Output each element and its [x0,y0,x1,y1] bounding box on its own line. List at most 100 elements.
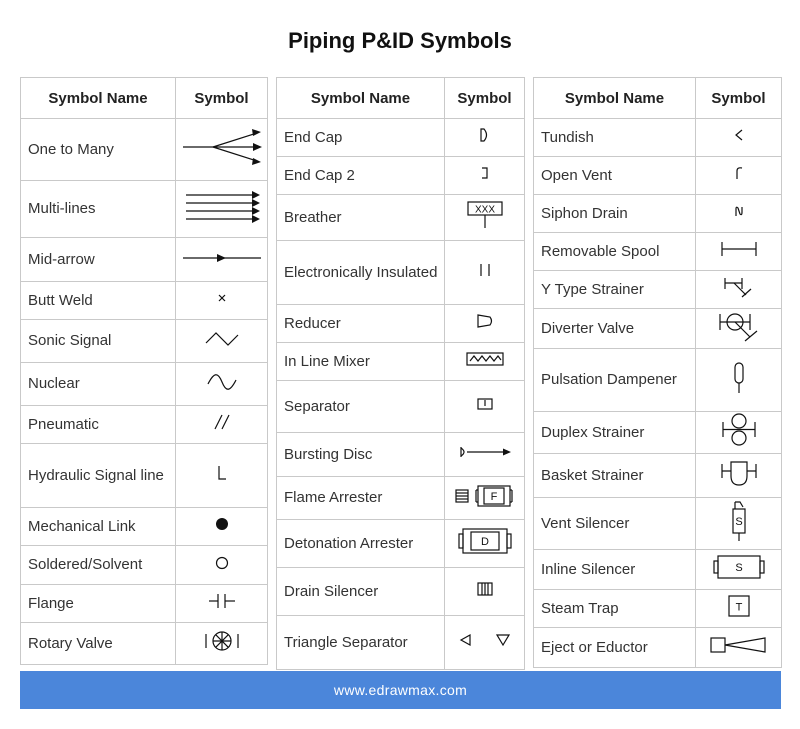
rotary-valve-icon [201,629,243,653]
symbol-name: End Cap [276,118,445,157]
symbol-cell [444,118,525,157]
table-row: Multi-lines [20,180,268,238]
table-row: One to Many [20,118,268,181]
symbol-table-2: Symbol Name Symbol End Cap End Cap 2 Bre… [276,77,525,670]
pulsation-dampener-icon [732,361,746,395]
in-line-mixer-icon [465,351,505,367]
table-row: Removable Spool [533,232,782,271]
mechanical-link-icon [214,516,230,532]
table-row: Sonic Signal [20,319,268,363]
symbol-name: Rotary Valve [20,622,176,665]
inline-silencer-icon-text: S [735,562,742,574]
table-row: Pulsation Dampener [533,348,782,412]
table-row: Rotary Valve [20,622,268,665]
table-row: Flame Arrester F [276,476,525,520]
end-cap-2-icon [478,165,492,181]
symbol-name: Flange [20,584,176,623]
symbol-name: Triangle Separator [276,615,445,670]
symbol-name: Nuclear [20,362,176,406]
symbol-table-1: Symbol Name Symbol One to Many Multi-lin… [20,77,268,665]
symbol-name: Siphon Drain [533,194,696,233]
symbol-cell [444,432,525,477]
symbol-name: Bursting Disc [276,432,445,477]
symbol-cell [444,240,525,305]
table-row: Soldered/Solvent [20,545,268,585]
symbol-name: Eject or Eductor [533,627,696,668]
nuclear-icon [206,373,238,390]
table-row: Flange [20,584,268,623]
symbol-name: Electronically Insulated [276,240,445,305]
symbol-cell [175,405,268,444]
table-row: Hydraulic Signal line [20,443,268,508]
symbol-name: Basket Strainer [533,453,696,498]
page-title: Piping P&ID Symbols [288,28,512,53]
reducer-icon [476,313,494,329]
symbol-name: Tundish [533,118,696,157]
symbol-cell: S [695,549,782,590]
symbol-cell [175,622,268,665]
symbol-name: Mechanical Link [20,507,176,546]
table-row: Diverter Valve [533,308,782,349]
table-row: Pneumatic [20,405,268,444]
symbol-cell [444,615,525,670]
header-symbol-name: Symbol Name [20,77,176,119]
flange-icon [207,592,237,610]
symbol-name: Y Type Strainer [533,270,696,309]
breather-icon: XXX [465,200,505,230]
table-row: End Cap [276,118,525,157]
header-symbol-name: Symbol Name [276,77,445,119]
symbol-name: Duplex Strainer [533,411,696,454]
symbol-name: Breather [276,194,445,241]
symbol-name: Pneumatic [20,405,176,444]
symbol-cell [695,194,782,233]
steam-trap-icon-text: T [735,602,742,614]
symbol-cell [444,567,525,616]
table-row: Reducer [276,304,525,343]
table-row: Steam Trap T [533,589,782,628]
symbol-cell: S [695,497,782,550]
table-row: Electronically Insulated [276,240,525,305]
butt-weld-icon [215,291,229,305]
symbol-cell [175,507,268,546]
symbol-name: Butt Weld [20,281,176,320]
breather-icon-text: XXX [474,205,494,216]
symbol-cell: F [444,476,525,520]
table-row: Y Type Strainer [533,270,782,309]
symbol-cell [695,232,782,271]
symbol-cell: T [695,589,782,628]
symbol-cell [444,156,525,195]
removable-spool-icon [719,240,759,258]
end-cap-icon [478,127,492,143]
symbol-cell [175,180,268,238]
table-row: Mechanical Link [20,507,268,546]
symbol-table-3: Symbol Name Symbol Tundish Open Vent Sipho… [533,77,782,668]
table-row: End Cap 2 [276,156,525,195]
basket-strainer-icon [719,458,759,488]
header-symbol: Symbol [175,77,268,119]
symbol-name: End Cap 2 [276,156,445,195]
detonation-arrester-icon: D [457,526,513,556]
symbol-name: Mid-arrow [20,237,176,282]
hydraulic-signal-icon [215,464,229,482]
symbol-cell [175,443,268,508]
symbol-name: Detonation Arrester [276,519,445,568]
header-symbol: Symbol [695,77,782,119]
symbol-cell: D [444,519,525,568]
symbol-name: Separator [276,380,445,433]
table-row: Tundish [533,118,782,157]
symbol-name: Multi-lines [20,180,176,238]
soldered-solvent-icon [214,555,230,571]
multi-lines-icon [180,190,264,224]
symbol-cell [695,308,782,349]
footer-url[interactable]: www.edrawmax.com [20,671,781,709]
vent-silencer-icon: S [730,499,748,543]
vent-silencer-icon-text: S [735,516,742,528]
open-vent-icon [733,165,745,181]
symbol-name: Open Vent [533,156,696,195]
symbol-name: Diverter Valve [533,308,696,349]
symbol-name: Vent Silencer [533,497,696,550]
symbol-name: Steam Trap [533,589,696,628]
table-row: Duplex Strainer [533,411,782,454]
symbol-cell [444,304,525,343]
symbol-name: Sonic Signal [20,319,176,363]
